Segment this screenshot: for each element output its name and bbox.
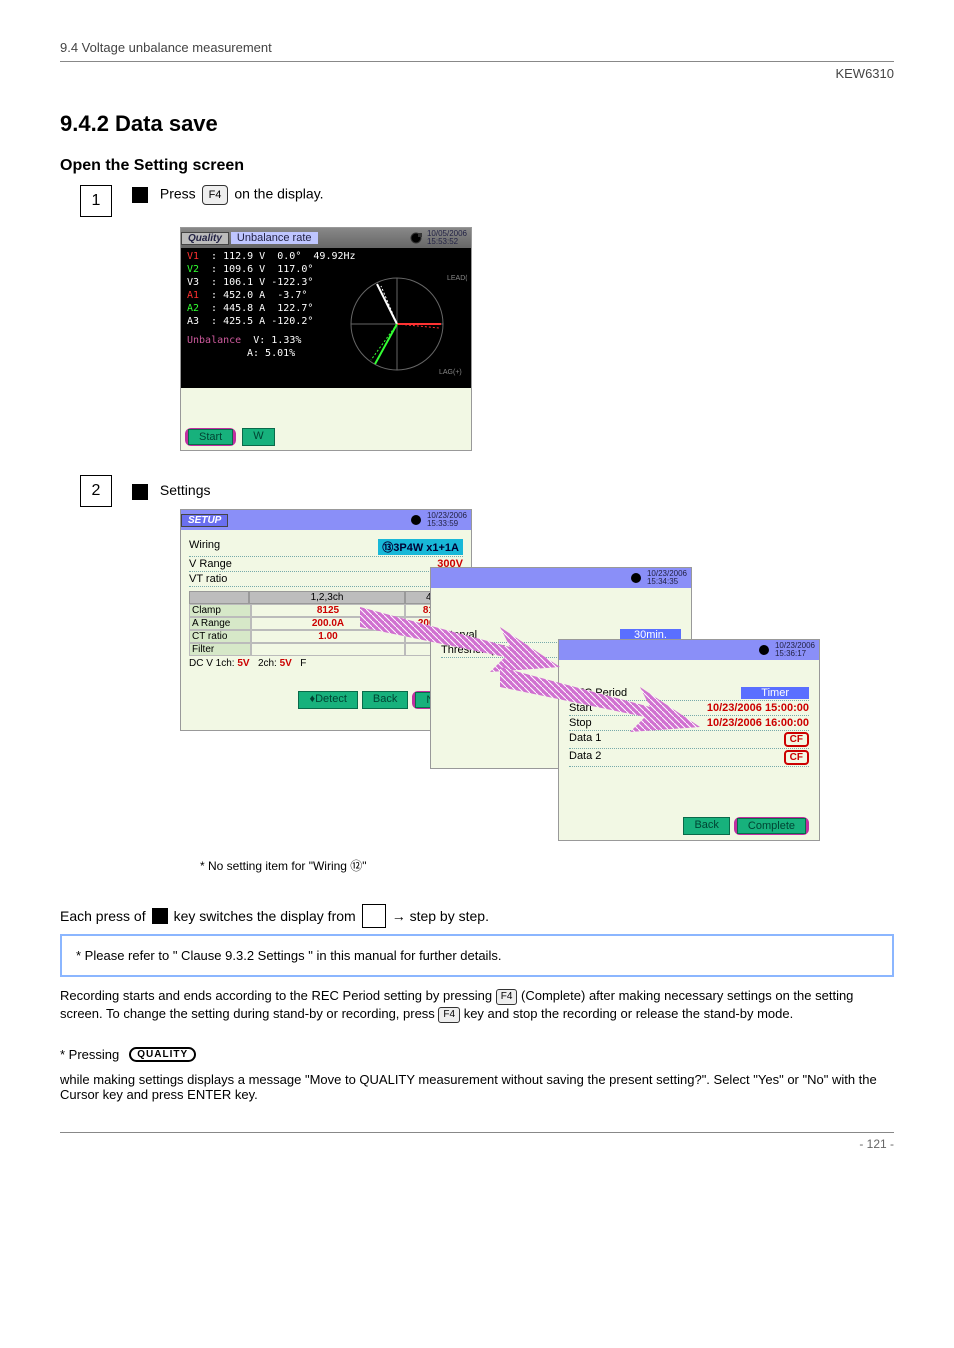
screenshot-setup-basic: SETUP 10/23/2006 15:33:59 Wiring⑬3P4W x1… — [180, 509, 472, 731]
screenshots: Quality Unbalance rate 10/05/2006 15:53:… — [180, 227, 894, 867]
detect-button[interactable]: ♦Detect — [298, 691, 357, 709]
svg-text:LEAD(-): LEAD(-) — [447, 275, 467, 282]
back-button[interactable]: Back — [683, 817, 729, 835]
footnote: * Pressing QUALITY while making settings… — [60, 1047, 894, 1102]
page-number: - 121 - — [60, 1137, 894, 1151]
bullet-icon — [132, 187, 148, 203]
bullet-icon — [132, 484, 148, 500]
start-button[interactable]: Start — [188, 429, 233, 445]
setup-logo: SETUP — [181, 514, 228, 527]
timestamp: 10/05/2006 15:53:52 — [427, 230, 467, 246]
step-text: Press — [160, 186, 200, 202]
data1-row[interactable]: Data 1CF — [569, 731, 809, 749]
vtratio-row[interactable]: VT ratio1.00 — [189, 572, 463, 587]
divider — [60, 1132, 894, 1133]
f4-key: F4 — [202, 185, 229, 205]
section-title: 9.4.2 Data save — [60, 111, 894, 137]
timestamp: 10/23/2006 15:36:17 — [775, 642, 815, 658]
callout-note: * Please refer to " Clause 9.3.2 Setting… — [60, 934, 894, 977]
step-1: 1 Press F4 on the display. — [60, 185, 894, 217]
screenshot-quality: Quality Unbalance rate 10/05/2006 15:53:… — [180, 227, 472, 451]
stop-row[interactable]: Stop10/23/2006 16:00:00 — [569, 716, 809, 731]
step-2: 2 Settings — [60, 475, 210, 507]
step-label: Settings — [160, 482, 211, 498]
f4-key: F4 — [496, 989, 518, 1005]
hold-icon — [757, 643, 771, 657]
step-number: 1 — [80, 185, 112, 217]
hold-icon — [629, 571, 643, 585]
vector-diagram: LEAD(-) LAG(+) — [327, 270, 467, 378]
screen-title: Unbalance rate — [231, 232, 318, 244]
divider — [60, 61, 894, 62]
hold-icon — [409, 513, 423, 527]
timestamp: 10/23/2006 15:33:59 — [427, 512, 467, 528]
paragraph: Recording starts and ends according to t… — [60, 987, 894, 1023]
timestamp: 10/23/2006 15:34:35 — [647, 570, 687, 586]
complete-button[interactable]: Complete — [737, 818, 806, 834]
quality-key: QUALITY — [129, 1047, 196, 1062]
back-button[interactable]: Back — [362, 691, 408, 709]
subsection-title: Open the Setting screen — [60, 157, 894, 175]
data2-row[interactable]: Data 2CF — [569, 749, 809, 767]
screenshot-setup-save: 10/23/2006 15:36:17 REC PeriodTimer Star… — [558, 639, 820, 841]
f4-key: F4 — [438, 1007, 460, 1023]
note-sequence: Each press of key switches the display f… — [60, 904, 894, 928]
bullet-icon — [152, 908, 168, 924]
start-row[interactable]: Start10/23/2006 15:00:00 — [569, 701, 809, 716]
rec-period-row[interactable]: REC PeriodTimer — [569, 686, 809, 701]
svg-text:LAG(+): LAG(+) — [439, 369, 462, 376]
quality-logo: Quality — [181, 232, 229, 245]
w-button[interactable]: W — [242, 428, 274, 446]
header-right: KEW6310 — [60, 66, 894, 81]
page-icon — [362, 904, 386, 928]
step-text: on the display. — [234, 186, 323, 202]
vrange-row[interactable]: V Range300V — [189, 557, 463, 572]
header-left: 9.4 Voltage unbalance measurement — [60, 40, 894, 55]
hold-icon — [409, 231, 423, 245]
wiring-row[interactable]: Wiring⑬3P4W x1+1A — [189, 538, 463, 557]
step-number: 2 — [80, 475, 112, 507]
